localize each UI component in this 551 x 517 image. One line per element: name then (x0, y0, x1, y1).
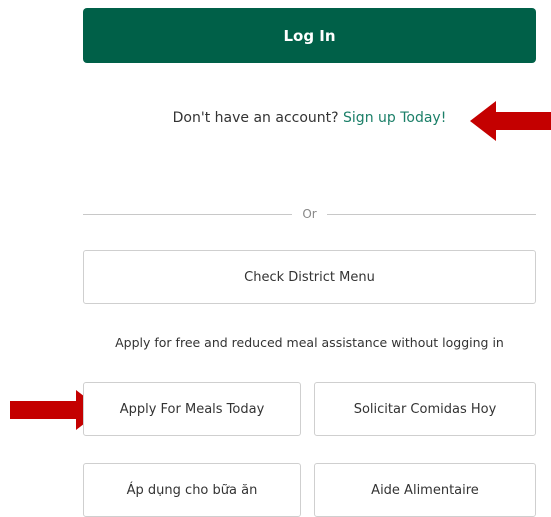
or-label: Or (302, 207, 317, 221)
arrow-right-icon (10, 390, 102, 430)
divider-line-left (83, 213, 293, 215)
signup-prompt-text: Don't have an account? (172, 110, 339, 126)
signup-prompt-row: Don't have an account? Sign up Today! (83, 110, 536, 126)
sign-up-link[interactable]: Sign up Today! (343, 110, 446, 126)
apply-for-meals-button[interactable]: Apply For Meals Today (83, 382, 301, 436)
ap-dung-bua-an-button[interactable]: Áp dụng cho bữa ăn (83, 463, 301, 517)
check-district-menu-button[interactable]: Check District Menu (83, 250, 536, 304)
or-divider: Or (83, 206, 537, 222)
aide-alimentaire-button[interactable]: Aide Alimentaire (314, 463, 536, 517)
divider-line-right (326, 213, 537, 215)
arrow-left-icon (470, 101, 551, 141)
log-in-button[interactable]: Log In (83, 8, 536, 63)
solicitar-comidas-button[interactable]: Solicitar Comidas Hoy (314, 382, 536, 436)
apply-note: Apply for free and reduced meal assistan… (115, 335, 504, 350)
